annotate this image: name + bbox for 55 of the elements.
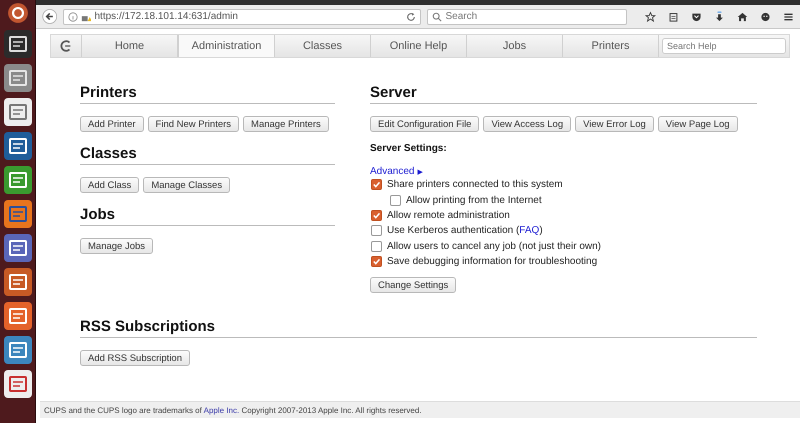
checkbox-label: Allow printing from the Internet bbox=[406, 194, 542, 206]
checkbox[interactable] bbox=[371, 240, 382, 252]
section-heading: Server bbox=[370, 84, 757, 104]
action-button[interactable]: Manage Printers bbox=[243, 116, 329, 132]
checkbox-label: Use Kerberos authentication (FAQ) bbox=[387, 225, 543, 236]
section-heading: RSS Subscriptions bbox=[80, 318, 757, 338]
apple-link[interactable]: Apple Inc. bbox=[204, 406, 240, 414]
clipboard-icon[interactable] bbox=[668, 10, 680, 22]
checkbox[interactable] bbox=[371, 256, 382, 268]
checkbox[interactable] bbox=[371, 210, 382, 221]
pocket-icon[interactable] bbox=[691, 10, 702, 22]
nav-tab[interactable]: Online Help bbox=[371, 35, 467, 57]
footer-text: CUPS and the CUPS logo are trademarks of Apple Inc. Copyright 2007-2013 Apple Inc. All rights reserved. bbox=[44, 406, 422, 414]
settings-label: Server Settings: bbox=[370, 143, 448, 154]
section-heading: Printers bbox=[80, 84, 335, 104]
action-button[interactable]: Add Printer bbox=[80, 116, 144, 132]
nav-tab[interactable]: Jobs bbox=[467, 35, 563, 57]
action-button[interactable]: View Page Log bbox=[658, 116, 738, 132]
action-button[interactable]: Edit Configuration File bbox=[370, 116, 480, 132]
section-heading: Classes bbox=[80, 145, 335, 165]
nav-tab[interactable]: Classes bbox=[275, 35, 371, 57]
checkbox[interactable] bbox=[371, 179, 382, 190]
ubuntu-logo-icon[interactable] bbox=[6, 2, 28, 24]
url-text: https://172.18.101.14:631/admin bbox=[94, 11, 239, 22]
action-button[interactable]: View Error Log bbox=[575, 116, 654, 132]
advanced-link[interactable]: Advanced bbox=[370, 166, 414, 177]
checkbox-label: Save debugging information for troubleshooting bbox=[387, 256, 598, 268]
search-icon bbox=[432, 12, 442, 22]
checkbox[interactable] bbox=[390, 194, 401, 206]
nav-tab[interactable]: Administration bbox=[178, 35, 275, 57]
action-button[interactable]: Add Class bbox=[80, 177, 140, 193]
search-help-field[interactable]: Search Help bbox=[662, 38, 786, 54]
action-button[interactable]: Manage Jobs bbox=[80, 238, 154, 254]
action-button[interactable]: Find New Printers bbox=[148, 116, 240, 132]
search-field[interactable]: Search bbox=[427, 8, 628, 24]
info-icon[interactable] bbox=[68, 12, 78, 22]
chat-icon[interactable] bbox=[760, 10, 772, 22]
action-button[interactable]: Manage Classes bbox=[143, 177, 230, 193]
checkbox-label: Allow users to cancel any job (not just their own) bbox=[387, 240, 601, 252]
nav-tab[interactable]: Printers bbox=[563, 35, 659, 57]
reload-icon[interactable] bbox=[406, 12, 416, 22]
back-icon[interactable] bbox=[42, 8, 58, 25]
section-heading: Jobs bbox=[80, 206, 335, 226]
checkbox[interactable] bbox=[371, 225, 382, 236]
action-button[interactable]: Add RSS Subscription bbox=[80, 350, 190, 366]
checkbox-label: Share printers connected to this system bbox=[387, 179, 563, 190]
action-button[interactable]: View Access Log bbox=[483, 116, 572, 132]
address-bar[interactable]: https://172.18.101.14:631/admin bbox=[63, 8, 422, 24]
checkbox-label: Allow remote administration bbox=[387, 210, 510, 221]
star-icon[interactable] bbox=[645, 10, 656, 22]
change-settings-button[interactable]: Change Settings bbox=[370, 277, 456, 294]
home-icon[interactable] bbox=[737, 10, 748, 22]
faq-link[interactable]: FAQ bbox=[519, 225, 540, 236]
menu-icon[interactable] bbox=[783, 10, 794, 22]
download-icon[interactable] bbox=[714, 10, 726, 22]
